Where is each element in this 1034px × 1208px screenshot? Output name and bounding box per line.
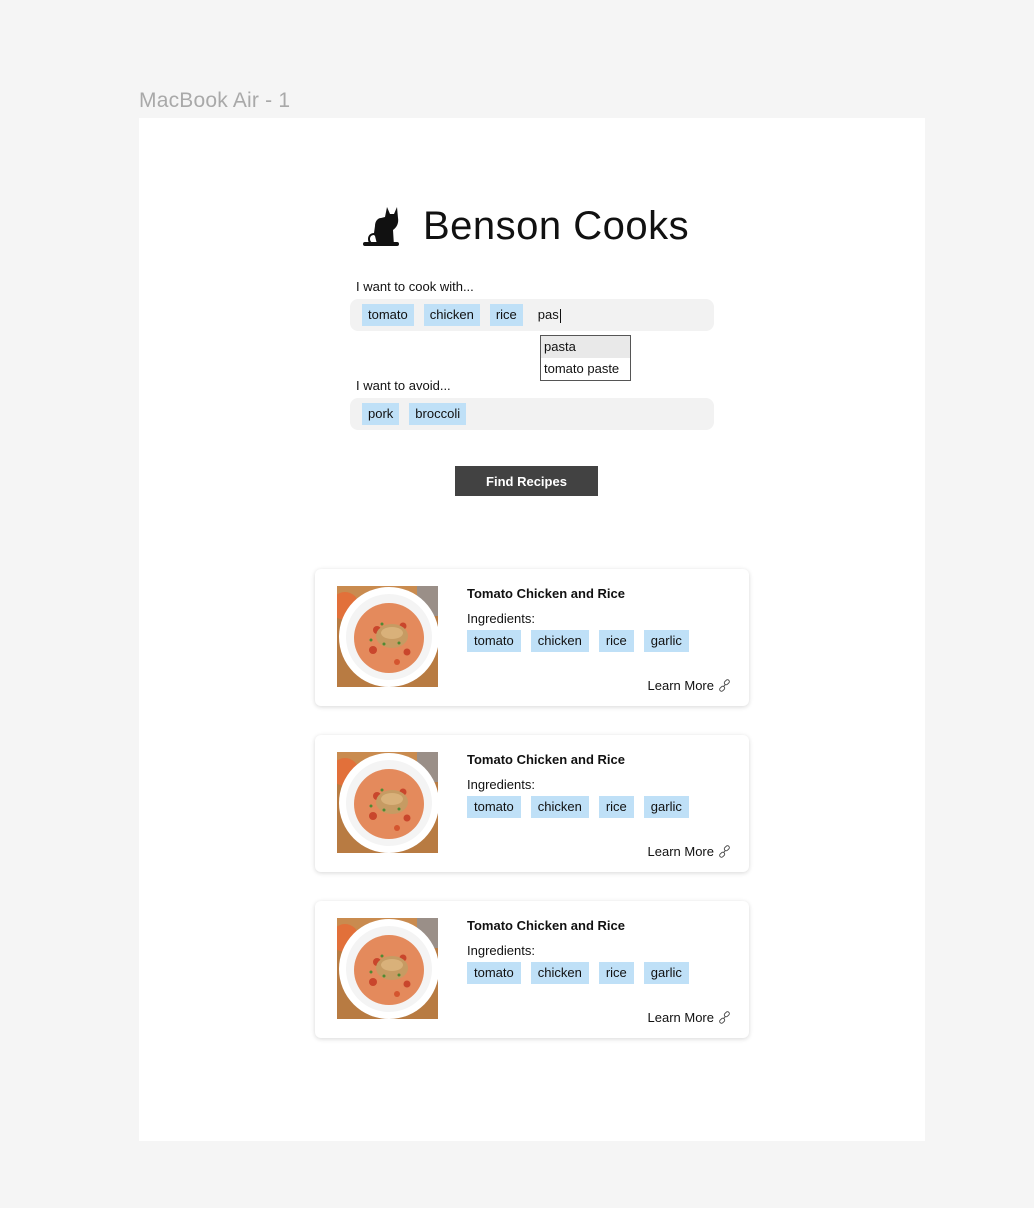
recipe-card: Tomato Chicken and Rice Ingredients: tom… [315,901,749,1038]
ingredient-chip: rice [598,630,634,652]
ingredient-chip: tomato [467,962,521,984]
recipe-card: Tomato Chicken and Rice Ingredients: tom… [315,569,749,706]
ingredient-list: tomato chicken rice garlic [467,630,689,652]
suggestion-item[interactable]: pasta [541,336,630,358]
frame-label: MacBook Air - 1 [139,89,291,112]
ingredient-chip: chicken [530,796,589,818]
ingredient-list: tomato chicken rice garlic [467,962,689,984]
learn-more-link[interactable]: Learn More [648,1010,731,1025]
recipe-image [337,752,438,853]
recipe-title: Tomato Chicken and Rice [467,586,625,601]
learn-more-link[interactable]: Learn More [648,678,731,693]
ingredient-chip: tomato [467,630,521,652]
link-icon [719,845,730,858]
app-title: Benson Cooks [423,203,690,248]
learn-more-label: Learn More [647,678,714,693]
ingredient-list: tomato chicken rice garlic [467,796,689,818]
ingredient-chip: chicken [530,962,589,984]
ingredients-label: Ingredients: [467,611,535,626]
exclude-label: I want to avoid... [356,378,451,393]
include-typed-text[interactable]: pas [538,307,561,323]
include-chip[interactable]: tomato [362,304,414,326]
app-header: Benson Cooks [363,202,689,250]
learn-more-link[interactable]: Learn More [648,844,731,859]
ingredient-chip: tomato [467,796,521,818]
ingredients-label: Ingredients: [467,777,535,792]
recipe-card: Tomato Chicken and Rice Ingredients: tom… [315,735,749,872]
learn-more-label: Learn More [647,844,714,859]
ingredient-chip: rice [598,796,634,818]
recipe-image [337,586,438,687]
learn-more-label: Learn More [647,1010,714,1025]
include-chip[interactable]: chicken [423,304,480,326]
autocomplete-dropdown: pasta tomato paste [540,335,631,381]
ingredient-chip: rice [598,962,634,984]
recipe-image [337,918,438,1019]
link-icon [719,1011,730,1024]
find-recipes-button[interactable]: Find Recipes [455,466,598,496]
ingredient-chip: garlic [643,962,689,984]
include-chip[interactable]: rice [489,304,523,326]
exclude-chip[interactable]: broccoli [409,403,467,425]
ingredient-chip: garlic [643,796,689,818]
text-caret [559,308,561,323]
exclude-input[interactable]: pork broccoli [350,398,714,430]
recipe-title: Tomato Chicken and Rice [467,918,625,933]
suggestion-item[interactable]: tomato paste [541,358,630,380]
exclude-chip[interactable]: pork [362,403,400,425]
ingredients-label: Ingredients: [467,943,535,958]
recipe-title: Tomato Chicken and Rice [467,752,625,767]
include-input[interactable]: tomato chicken rice pas [350,299,714,331]
include-label: I want to cook with... [356,279,474,294]
ingredient-chip: garlic [643,630,689,652]
ingredient-chip: chicken [530,630,589,652]
cat-icon [363,207,399,246]
link-icon [719,679,730,692]
